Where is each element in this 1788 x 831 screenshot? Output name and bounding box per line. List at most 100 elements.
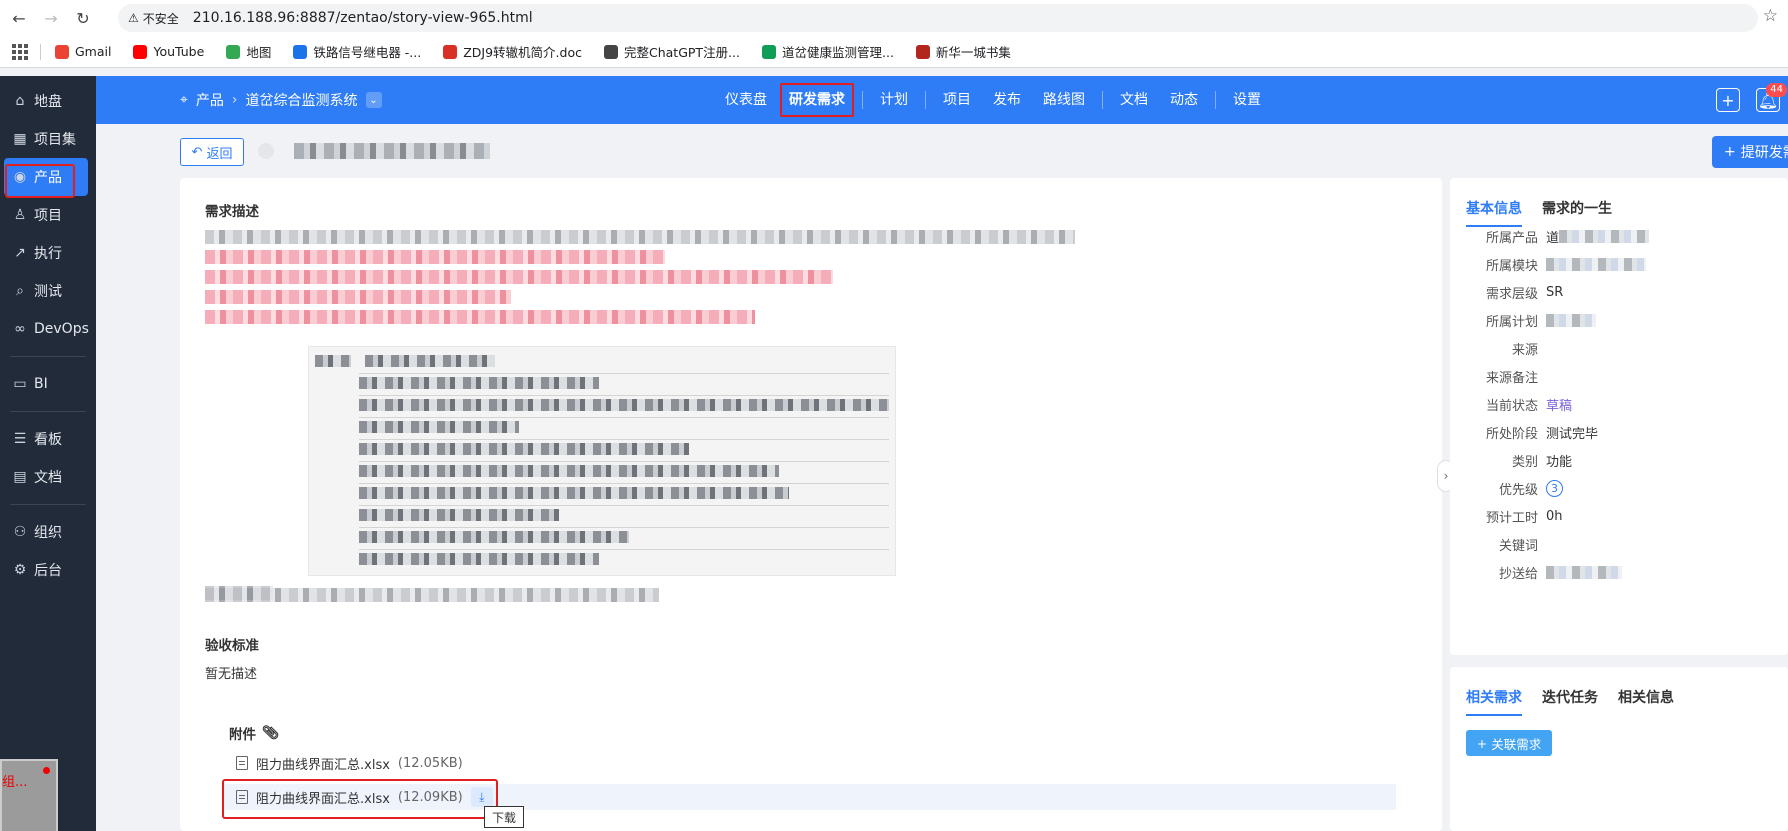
new-story-button[interactable]: + 提研发需 (1712, 136, 1788, 168)
highlight-box-product (5, 164, 75, 198)
info-value: 功能 (1546, 454, 1573, 470)
bookmark-favicon-icon (293, 44, 308, 59)
bookmark-item[interactable]: 新华一城书集 (915, 42, 1011, 61)
chevron-right-icon: › (231, 92, 238, 108)
home-icon: ⌂ (15, 93, 25, 109)
redacted-text (205, 588, 659, 602)
redacted-text (205, 230, 1075, 244)
bookmark-star-icon[interactable]: ☆ (1763, 6, 1778, 26)
sidebar-divider (10, 504, 86, 505)
redacted-text (205, 270, 833, 284)
info-row: 需求层级 SR (1450, 282, 1563, 302)
sidebar-item-7[interactable]: ∞ DevOps (0, 310, 96, 348)
chevron-down-icon[interactable]: ⌄ (365, 92, 382, 108)
sidebar-item-8[interactable]: ▭ BI (0, 365, 96, 403)
topnav-item-5[interactable]: 发布 (982, 76, 1032, 124)
plus-icon[interactable]: + (1716, 88, 1740, 112)
redacted-value (1546, 313, 1596, 327)
apps-grid-icon[interactable] (12, 43, 28, 60)
topnav-item-6[interactable]: 路线图 (1032, 76, 1096, 124)
notification-dot (43, 767, 50, 774)
nav-divider (1215, 91, 1216, 109)
app-header: ⌖ 产品 › 道岔综合监测系统 ⌄ 仪表盘 研发需求 计划 项目 发布 路线图 文档 动态 设置… (96, 76, 1788, 124)
info-label: 所属模块 (1485, 258, 1538, 274)
kanban-icon: ☰ (13, 431, 27, 447)
info-row: 所处阶段 测试完毕 (1450, 422, 1598, 442)
acceptance-value: 暂无描述 (205, 667, 258, 682)
warning-icon: ⚠ (128, 11, 139, 25)
tab-iteration-tasks[interactable]: 迭代任务 (1542, 687, 1598, 716)
bookmark-item[interactable]: 完整ChatGPT注册... (604, 42, 740, 61)
tab-related-stories[interactable]: 相关需求 (1466, 687, 1522, 716)
bookmark-favicon-icon (915, 44, 930, 59)
info-row: 预计工时 0h (1450, 506, 1563, 526)
nav-divider (862, 91, 863, 109)
bookmark-item[interactable]: 铁路信号继电器 -... (293, 42, 421, 61)
info-row: 所属计划 (1450, 310, 1596, 330)
forward-arrow-icon[interactable]: → (38, 5, 64, 31)
info-row: 类别 功能 (1450, 450, 1572, 470)
info-label: 预计工时 (1485, 510, 1538, 526)
info-row: 当前状态 草稿 (1450, 394, 1572, 414)
info-label: 当前状态 (1485, 398, 1538, 414)
redacted-text (205, 290, 511, 304)
bookmark-favicon-icon (762, 44, 776, 59)
sidebar-item-1[interactable]: ⌂ 地盘 (0, 82, 96, 120)
redacted-value (1546, 257, 1646, 271)
bookmark-item[interactable]: Gmail (55, 44, 111, 59)
reload-icon[interactable]: ↻ (70, 5, 96, 31)
doc-icon: ▤ (13, 469, 27, 485)
info-label: 所处阶段 (1485, 426, 1538, 442)
bookmark-item[interactable]: YouTube (133, 44, 204, 59)
address-bar[interactable]: ⚠ 不安全 210.16.188.96:8887/zentao/story-vie… (118, 4, 1758, 32)
bell-icon[interactable]: 🔔︎ 44 (1756, 83, 1787, 112)
attachment-file-1[interactable]: 阻力曲线界面汇总.xlsx (12.05KB) (236, 750, 463, 776)
tab-related-info[interactable]: 相关信息 (1618, 687, 1674, 716)
crumb-product-name[interactable]: 道岔综合监测系统 (246, 90, 358, 110)
info-value: 草稿 (1546, 398, 1573, 414)
sidebar-menu: ⌂ 地盘 ▦ 项目集 ◉ 产品 ♙ 项目 ↗ 执行 ⌕ 测试 ∞ DevOps ▭ BI ☰ 看板 ▤ 文档 ⚇ 组织 ⚙ 后… (0, 82, 96, 589)
sidebar-item-10[interactable]: ▤ 文档 (0, 458, 96, 496)
sidebar-item-12[interactable]: ⚙ 后台 (0, 551, 96, 589)
tab-story-lifecycle[interactable]: 需求的一生 (1542, 198, 1612, 227)
info-row: 所属产品道 (1450, 226, 1650, 246)
search-icon: ⌕ (16, 283, 24, 299)
highlight-box-attachment (222, 779, 498, 819)
info-label: 来源 (1511, 342, 1538, 358)
sidebar-item-5[interactable]: ↗ 执行 (0, 234, 96, 272)
top-nav: 仪表盘 研发需求 计划 项目 发布 路线图 文档 动态 设置 (714, 76, 1272, 124)
back-button[interactable]: ↶ 返回 (180, 138, 244, 166)
topnav-item-9[interactable]: 设置 (1222, 76, 1272, 124)
sidebar-item-9[interactable]: ☰ 看板 (0, 420, 96, 458)
attachments-title: 附件 📎︎ (229, 725, 280, 743)
sidebar-divider (10, 411, 86, 412)
info-label: 优先级 (1498, 482, 1538, 498)
sidebar-divider (10, 356, 86, 357)
topnav-item-1[interactable]: 仪表盘 (714, 76, 778, 124)
related-tabs: 相关需求 迭代任务 相关信息 (1466, 687, 1674, 716)
crumb-product-root[interactable]: 产品 (196, 90, 224, 110)
sidebar-item-4[interactable]: ♙ 项目 (0, 196, 96, 234)
plus-icon: + (1724, 144, 1736, 160)
insecure-indicator[interactable]: ⚠ 不安全 (128, 10, 179, 27)
bookmark-item[interactable]: ZDJ9转辙机简介.doc (443, 42, 582, 61)
bookmark-item[interactable]: 地图 (226, 42, 271, 61)
topnav-item-7[interactable]: 文档 (1109, 76, 1159, 124)
back-arrow-icon[interactable]: ← (6, 5, 32, 31)
bookmark-item[interactable]: 道岔健康监测管理... (762, 42, 894, 61)
sidebar-item-11[interactable]: ⚇ 组织 (0, 513, 96, 551)
info-row: 抄送给 (1450, 562, 1622, 582)
topnav-item-8[interactable]: 动态 (1159, 76, 1209, 124)
topnav-item-4[interactable]: 项目 (932, 76, 982, 124)
sidebar-item-2[interactable]: ▦ 项目集 (0, 120, 96, 158)
tab-basic-info[interactable]: 基本信息 (1466, 198, 1522, 227)
floating-thumbnail[interactable]: 组... (0, 759, 58, 831)
embedded-image-redacted[interactable] (308, 346, 896, 576)
topnav-item-2[interactable]: 研发需求 (778, 76, 856, 124)
info-value: 道 (1546, 230, 1560, 246)
link-story-button[interactable]: + 关联需求 (1466, 730, 1552, 756)
info-label: 所属计划 (1485, 314, 1538, 330)
topnav-item-3[interactable]: 计划 (869, 76, 919, 124)
sidebar-item-6[interactable]: ⌕ 测试 (0, 272, 96, 310)
related-panel: 相关需求 迭代任务 相关信息 + 关联需求 (1450, 667, 1788, 831)
